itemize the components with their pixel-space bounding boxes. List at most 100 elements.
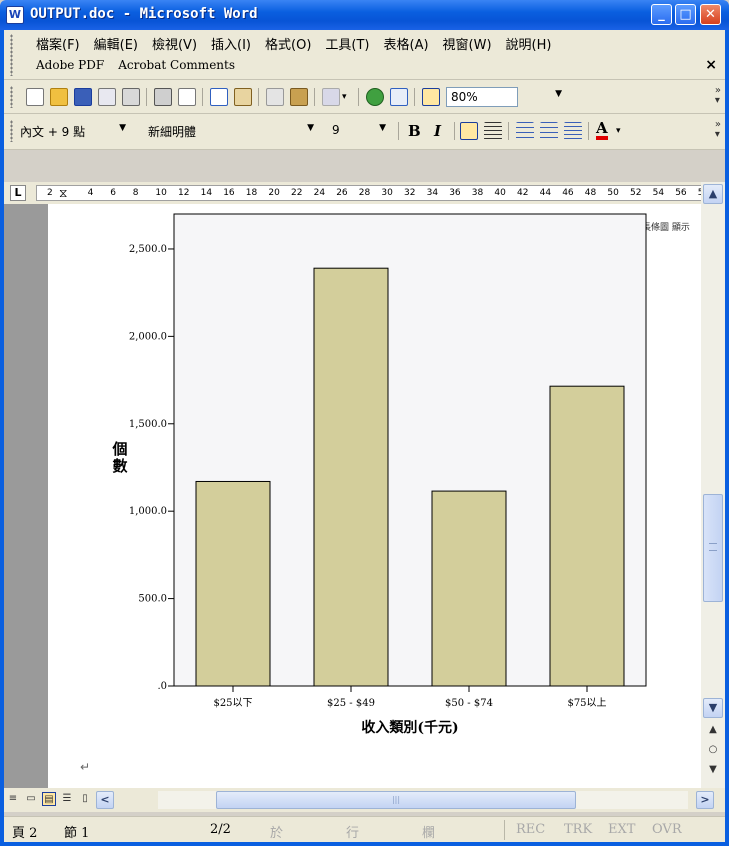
save-icon[interactable] (74, 88, 92, 106)
zoom-dropdown[interactable]: ▼ (522, 87, 564, 107)
menu-tools[interactable]: 工具(T) (319, 34, 377, 53)
bullets-icon[interactable] (540, 122, 558, 140)
undo-dropdown-icon[interactable]: ▾ (342, 88, 352, 106)
menu-adobe-pdf[interactable]: Adobe PDF (30, 58, 112, 72)
ruler-mark: 28 (358, 188, 371, 198)
bar (313, 267, 389, 687)
minimize-button[interactable]: _ (651, 4, 672, 25)
spelling-icon[interactable] (210, 88, 228, 106)
show-hide-icon[interactable] (422, 88, 440, 106)
status-ext[interactable]: EXT (608, 822, 635, 837)
document-page[interactable]: 長條圖 顯示 ↵ .0 500.0 1,000.0 1,500.0 2,000.0 2,5… (48, 204, 701, 788)
style-value: 內文 + 9 點 (20, 125, 86, 139)
font-size-combo[interactable]: 9 ▼ (328, 121, 394, 141)
menu-window[interactable]: 視窗(W) (437, 34, 500, 53)
horizontal-scroll-thumb[interactable]: ||| (216, 791, 576, 809)
menu-file[interactable]: 檔案(F) (30, 34, 88, 53)
ruler-mark: 52 (630, 188, 642, 198)
formatting-toolbar-grip[interactable] (10, 120, 13, 142)
x-tick-label: $25 - $49 (327, 698, 375, 709)
ruler-mark: 30 (381, 188, 393, 198)
increase-indent-icon[interactable] (564, 122, 582, 140)
insert-table-icon[interactable] (390, 88, 408, 106)
close-button[interactable]: ✕ (700, 4, 721, 25)
zoom-combo[interactable]: 80% (446, 87, 518, 107)
menubar-grip[interactable] (10, 34, 13, 76)
new-document-icon[interactable] (26, 88, 44, 106)
toolbar-separator (314, 88, 315, 106)
menu-table[interactable]: 表格(A) (378, 34, 437, 53)
style-dropdown[interactable]: ▼ (116, 121, 128, 141)
ruler-mark: 26 (336, 188, 348, 198)
print-preview-icon[interactable] (178, 88, 196, 106)
status-rec[interactable]: REC (516, 822, 545, 837)
ruler-mark: 6 (110, 188, 116, 198)
scroll-left-button[interactable]: < (96, 791, 114, 809)
window-title: OUTPUT.doc - Microsoft Word (30, 6, 258, 22)
italic-button[interactable]: I (434, 122, 441, 140)
permission-icon[interactable] (98, 88, 116, 106)
bar-chart: .0 500.0 1,000.0 1,500.0 2,000.0 2,500.0 $25以… (111, 213, 647, 736)
align-center-icon[interactable] (484, 122, 502, 140)
toolbar-options-icon[interactable]: » ▾ (715, 120, 721, 140)
menu-edit[interactable]: 編輯(E) (88, 34, 146, 53)
menu-insert[interactable]: 插入(I) (205, 34, 259, 53)
y-tick-label: 2,000.0 (129, 331, 167, 342)
font-color-dropdown-icon[interactable]: ▾ (616, 126, 621, 136)
maximize-button[interactable]: □ (675, 4, 696, 25)
print-layout-icon[interactable]: ▤ (42, 792, 56, 806)
vertical-scroll-thumb[interactable] (703, 494, 723, 602)
email-icon[interactable] (122, 88, 140, 106)
bold-button[interactable]: B (408, 122, 421, 140)
toolbar-separator (258, 88, 259, 106)
ruler-mark: 54 (652, 188, 665, 198)
status-ovr[interactable]: OVR (652, 822, 682, 837)
tab-selector[interactable]: L (10, 185, 26, 201)
menu-help[interactable]: 說明(H) (500, 34, 560, 53)
font-combo[interactable]: 新細明體 ▼ (144, 121, 324, 141)
scroll-right-button[interactable]: > (696, 791, 714, 809)
menu-view[interactable]: 檢視(V) (146, 34, 205, 53)
vertical-scrollbar[interactable]: ▲ ▼ ▲ ○ ▼ (701, 182, 725, 788)
outline-view-icon[interactable]: ☰ (60, 792, 74, 806)
hyperlink-icon[interactable] (366, 88, 384, 106)
open-folder-icon[interactable] (50, 88, 68, 106)
next-page-icon[interactable]: ▼ (707, 764, 719, 778)
scroll-down-button[interactable]: ▼ (703, 698, 723, 718)
scroll-up-button[interactable]: ▲ (703, 184, 723, 204)
ruler-mark: 14 (200, 188, 213, 198)
ruler-mark: 18 (245, 188, 258, 198)
ruler-mark: 34 (426, 188, 439, 198)
horizontal-ruler[interactable]: 2 ⧖ 4 6 8 10 12 14 16 18 20 22 24 26 28 30 32 34 36 38 40 42 4… (36, 185, 709, 201)
reading-layout-icon[interactable]: ▯ (78, 792, 92, 806)
ruler-mark: 44 (539, 188, 552, 198)
horizontal-scroll-track[interactable]: ||| (158, 791, 688, 809)
undo-icon[interactable] (322, 88, 340, 106)
web-layout-icon[interactable]: ▭ (24, 792, 38, 806)
select-browse-object-icon[interactable]: ○ (707, 744, 719, 758)
title-bar[interactable]: W OUTPUT.doc - Microsoft Word _ □ ✕ (0, 0, 729, 30)
menu-format[interactable]: 格式(O) (259, 34, 319, 53)
numbering-icon[interactable] (516, 122, 534, 140)
x-tick-label: $25以下 (213, 698, 252, 709)
document-area[interactable]: 長條圖 顯示 ↵ .0 500.0 1,000.0 1,500.0 2,000.0 2,5… (4, 204, 701, 788)
font-color-button[interactable]: A (596, 120, 608, 140)
paste-icon[interactable] (290, 88, 308, 106)
standard-toolbar-grip[interactable] (10, 86, 13, 108)
menu-acrobat-comments[interactable]: Acrobat Comments (112, 58, 243, 72)
align-left-icon[interactable] (460, 122, 478, 140)
copy-icon[interactable] (266, 88, 284, 106)
toolbar-separator (398, 122, 399, 140)
ruler-mark: 48 (584, 188, 597, 198)
toolbar-options-icon[interactable]: » ▾ (715, 86, 721, 106)
previous-page-icon[interactable]: ▲ (707, 724, 719, 738)
word-app-icon[interactable]: W (6, 6, 24, 24)
indent-marker-icon: ⧖ (59, 186, 68, 200)
research-icon[interactable] (234, 88, 252, 106)
normal-view-icon[interactable]: ≡ (6, 792, 20, 806)
close-document-icon[interactable]: × (705, 57, 717, 73)
x-tick-label: $50 - $74 (445, 698, 493, 709)
status-trk[interactable]: TRK (564, 822, 592, 837)
print-icon[interactable] (154, 88, 172, 106)
style-combo[interactable]: 內文 + 9 點 (16, 121, 86, 141)
